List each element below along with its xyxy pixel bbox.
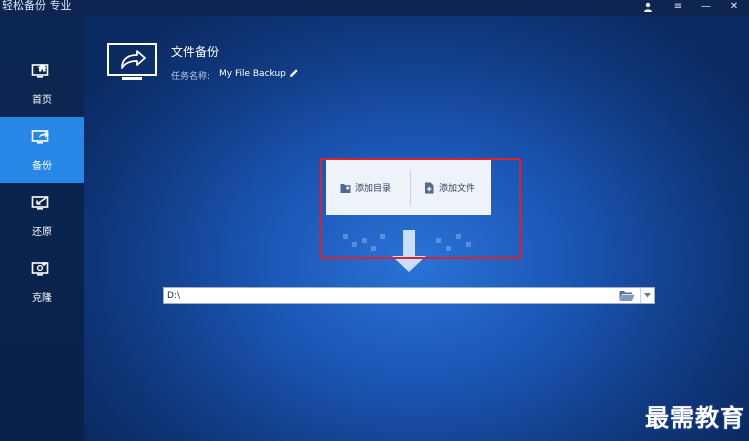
highlight-annotation-box [320,158,521,259]
sidebar-item-home[interactable]: 首页 [0,51,84,117]
clone-monitor-icon [31,262,49,276]
sidebar-item-label: 首页 [32,95,52,106]
user-icon[interactable] [640,0,656,14]
backup-monitor-icon [31,130,49,144]
task-name-label: 任务名称: [171,72,211,82]
sidebar-item-label: 克隆 [32,293,52,304]
browse-folder-button[interactable] [616,288,638,303]
sidebar-item-clone[interactable]: 克隆 [0,249,84,315]
destination-path-bar [163,287,655,304]
app-title: 轻松备份 专业 [2,0,72,12]
user-icon-graphic [644,2,652,12]
sidebar: 首页 备份 还原 克隆 [0,16,84,441]
main-panel: 文件备份 任务名称: My File Backup 添加目录 添加文件 D:\ [84,16,749,441]
sidebar-item-backup[interactable]: 备份 [0,117,84,183]
close-icon[interactable]: ✕ [726,0,742,14]
title-bar: 轻松备份 专业 ≡ — ✕ [0,0,749,16]
sidebar-item-restore[interactable]: 还原 [0,183,84,249]
app-window: 轻松备份 专业 ≡ — ✕ 首页 备份 还原 克隆 文件备份 任务名称: My … [0,0,749,441]
chevron-down-icon [644,293,651,298]
task-name-value[interactable]: My File Backup [219,69,286,79]
folder-open-icon [619,290,635,301]
destination-path-input[interactable] [164,288,614,303]
restore-monitor-icon [31,196,49,210]
menu-icon[interactable]: ≡ [670,0,686,14]
page-title: 文件备份 [171,45,220,59]
backup-share-icon [107,43,157,80]
sidebar-item-label: 备份 [32,161,52,172]
sidebar-item-label: 还原 [32,227,52,238]
watermark-text: 最需教育 [645,403,745,432]
destination-dropdown-button[interactable] [640,288,654,303]
home-monitor-icon [31,64,49,78]
minimize-icon[interactable]: — [698,0,714,14]
edit-pencil-icon[interactable] [289,68,299,78]
